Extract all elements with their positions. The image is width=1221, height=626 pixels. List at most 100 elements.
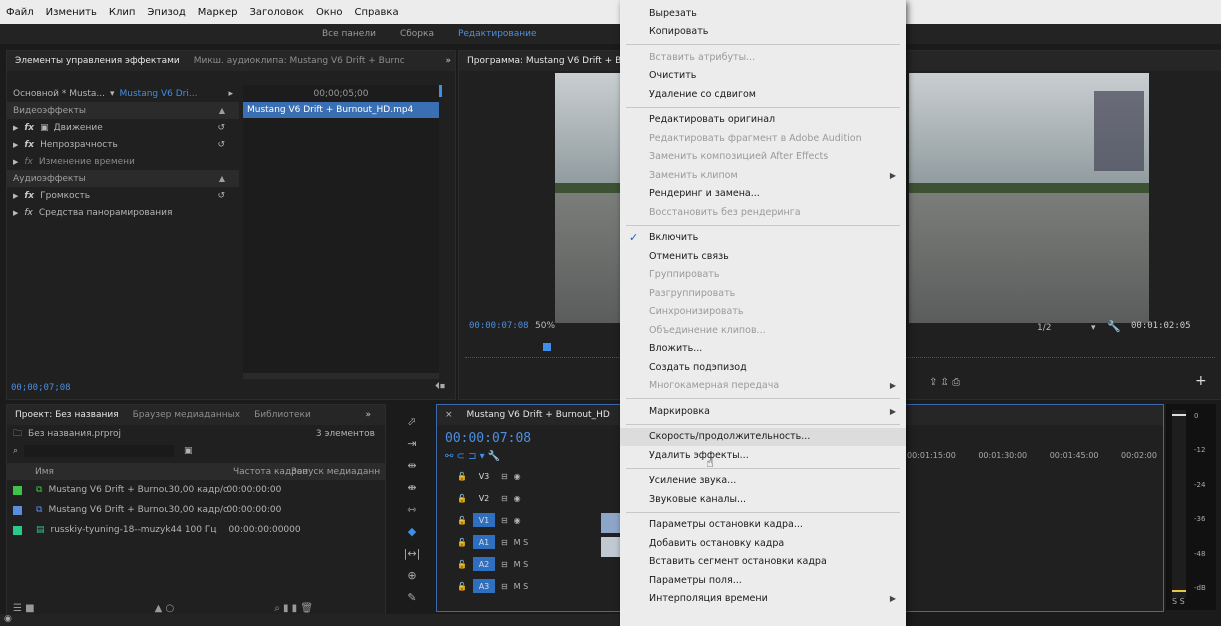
menu-marker[interactable]: Маркер	[192, 7, 244, 18]
eye-icon[interactable]: ◉	[514, 494, 521, 503]
menu-title[interactable]: Заголовок	[243, 7, 309, 18]
reset-icon[interactable]: ↺	[217, 140, 225, 150]
context-menu-item[interactable]: Рендеринг и замена...	[620, 185, 906, 203]
track-select-tool-icon[interactable]: ⇥	[402, 432, 422, 454]
zoom-level[interactable]: 50%	[535, 321, 555, 331]
track-target[interactable]: V1	[472, 513, 495, 527]
column-media-start[interactable]: Запуск медиаданн	[291, 467, 380, 477]
reset-icon[interactable]: ↺	[217, 191, 225, 201]
tab-project[interactable]: Проект: Без названия	[15, 410, 119, 420]
collapse-up-icon[interactable]: ▲	[219, 106, 225, 115]
menu-clip[interactable]: Клип	[103, 7, 142, 18]
context-menu-item[interactable]: Добавить остановку кадра	[620, 534, 906, 552]
timeline-timecode[interactable]: 00:00:07:08	[445, 431, 531, 446]
context-menu-item[interactable]: Интерполяция времени ▶	[620, 590, 906, 608]
list-view-icon[interactable]: ☰ ■	[13, 603, 35, 614]
program-playhead[interactable]	[543, 343, 551, 351]
wrench-icon[interactable]: 🔧	[1107, 320, 1121, 333]
effect-row-motion[interactable]: ▶ fx ▣ Движение ↺	[7, 119, 239, 136]
menu-sequence[interactable]: Эпизод	[141, 7, 191, 18]
lift-extract-icons[interactable]: ⇪ ⇫ ⎙	[929, 377, 960, 388]
context-menu-item[interactable]: Отменить связь	[620, 247, 906, 265]
context-menu-item[interactable]: Очистить	[620, 67, 906, 85]
track-header[interactable]: 🔓 V3 ⊟ ◉	[445, 465, 615, 487]
track-target[interactable]: A2	[472, 557, 495, 571]
sync-lock-icon[interactable]: ⊟	[501, 538, 508, 547]
context-menu-item[interactable]: Копировать	[620, 23, 906, 41]
tab-sequence[interactable]: Mustang V6 Drift + Burnout_HD	[467, 410, 610, 420]
effect-timecode[interactable]: 00;00;07;08	[11, 383, 71, 393]
tab-libraries[interactable]: Библиотеки	[254, 410, 311, 420]
lock-icon[interactable]: 🔓	[457, 560, 467, 569]
lock-icon[interactable]: 🔓	[457, 538, 467, 547]
context-menu-item[interactable]: Параметры поля...	[620, 571, 906, 589]
effect-row-opacity[interactable]: ▶ fx Непрозрачность ↺	[7, 136, 239, 153]
fx-icon[interactable]: fx	[24, 157, 33, 167]
context-menu-item[interactable]: Удалить эффекты...	[620, 446, 906, 464]
sync-lock-icon[interactable]: ⊟	[501, 560, 508, 569]
effect-row-volume[interactable]: ▶ fx Громкость ↺	[7, 187, 239, 204]
menu-help[interactable]: Справка	[349, 7, 405, 18]
context-menu-item[interactable]: Скорость/продолжительность...	[620, 427, 906, 446]
effect-row-time-remap[interactable]: ▶ fx Изменение времени	[7, 153, 239, 170]
fx-icon[interactable]: fx	[24, 191, 34, 201]
expand-triangle-icon[interactable]: ▶	[13, 192, 18, 200]
track-header[interactable]: 🔓 A3 ⊟ M S	[445, 575, 615, 597]
filter-export-icon[interactable]: ⏴⏹	[435, 381, 445, 392]
track-header[interactable]: 🔓 A1 ⊟ M S	[445, 531, 615, 553]
effect-clip-bar[interactable]: Mustang V6 Drift + Burnout_HD.mp4	[243, 102, 439, 118]
mute-solo-buttons[interactable]: M S	[514, 538, 529, 547]
lock-icon[interactable]: 🔓	[457, 494, 467, 503]
program-timecode[interactable]: 00:00:07:08	[469, 321, 529, 331]
tab-audio-clip-mixer[interactable]: Микш. аудиоклипа: Mustang V6 Drift + Bur…	[194, 56, 405, 66]
panel-overflow-icon[interactable]: »	[365, 410, 371, 420]
effect-timeline[interactable]: 00;00;05;00 Mustang V6 Drift + Burnout_H…	[243, 85, 439, 375]
playhead[interactable]	[439, 85, 442, 97]
column-frame-rate[interactable]: Частота кадров	[233, 467, 308, 477]
search-input[interactable]	[24, 444, 175, 457]
lock-icon[interactable]: 🔓	[457, 582, 467, 591]
context-menu-item[interactable]: Вложить...	[620, 340, 906, 358]
tab-effect-controls[interactable]: Элементы управления эффектами	[15, 56, 180, 66]
label-color-swatch[interactable]	[13, 485, 22, 495]
track-header[interactable]: 🔓 A2 ⊟ M S	[445, 553, 615, 575]
context-menu-item[interactable]: Маркировка ▶	[620, 402, 906, 420]
footer-actions-icon[interactable]: ⌕ ▮ ▮ 🗑	[274, 603, 313, 614]
project-item[interactable]: ⧉ Mustang V6 Drift + Burnou 30,00 кадр/с 00…	[7, 500, 385, 520]
sync-lock-icon[interactable]: ⊟	[501, 582, 508, 591]
context-menu-item[interactable]: Вырезать	[620, 4, 906, 22]
track-header[interactable]: 🔓 V1 ⊟ ◉	[445, 509, 615, 531]
menu-file[interactable]: Файл	[0, 7, 40, 18]
context-menu-item[interactable]: Вставить сегмент остановки кадра	[620, 553, 906, 571]
mute-solo-buttons[interactable]: M S	[514, 560, 529, 569]
lock-icon[interactable]: 🔓	[457, 472, 467, 481]
mute-solo-buttons[interactable]: M S	[514, 582, 529, 591]
menu-window[interactable]: Окно	[310, 7, 349, 18]
workspace-assembly[interactable]: Сборка	[400, 29, 434, 39]
context-menu-item[interactable]: Параметры остановки кадра...	[620, 516, 906, 534]
horizontal-scrollbar[interactable]	[243, 373, 439, 379]
track-target[interactable]: V2	[473, 491, 495, 505]
bin-icon[interactable]: ▣	[184, 446, 193, 456]
track-header[interactable]: 🔓 V2 ⊟ ◉	[445, 487, 615, 509]
tab-media-browser[interactable]: Браузер медиаданных	[133, 410, 240, 420]
workspace-editing[interactable]: Редактирование	[458, 29, 537, 39]
zoom-slider[interactable]: ▲ ○	[155, 603, 175, 614]
reset-icon[interactable]: ↺	[217, 123, 225, 133]
fx-icon[interactable]: fx	[24, 208, 33, 218]
context-menu-item[interactable]: Удаление со сдвигом	[620, 85, 906, 103]
expand-triangle-icon[interactable]: ▶	[13, 141, 18, 149]
pen-tool-icon[interactable]: ✎	[402, 586, 422, 608]
sync-lock-icon[interactable]: ⊟	[501, 516, 508, 525]
play-triangle-icon[interactable]: ▸	[228, 89, 233, 99]
selection-tool-icon[interactable]: ⬀	[402, 410, 422, 432]
resolution-select[interactable]: 1/2	[1037, 323, 1051, 333]
dropdown-arrow-icon[interactable]: ▾	[110, 89, 115, 99]
label-color-swatch[interactable]	[13, 505, 22, 515]
fx-icon[interactable]: fx	[24, 140, 34, 150]
context-menu-item[interactable]: Создать подэпизод	[620, 358, 906, 376]
label-color-swatch[interactable]	[13, 525, 22, 535]
lock-icon[interactable]: 🔓	[457, 516, 467, 525]
track-target[interactable]: V3	[473, 469, 495, 483]
solo-buttons[interactable]: S S	[1172, 597, 1185, 606]
